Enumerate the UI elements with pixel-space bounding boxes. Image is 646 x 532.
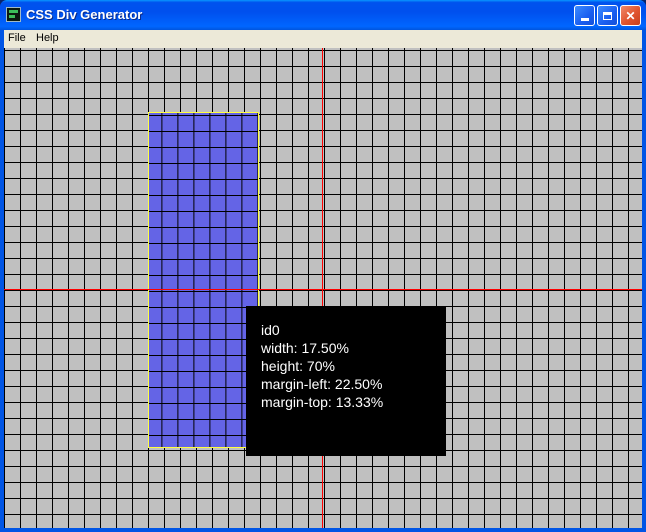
minimize-icon	[580, 18, 589, 21]
menu-bar: File Help	[4, 30, 642, 48]
div-margin-top-label: margin-top: 13.33%	[261, 394, 384, 410]
window-bottom-border	[0, 528, 646, 532]
maximize-icon	[603, 11, 612, 20]
app-icon[interactable]	[6, 7, 21, 22]
app-window: CSS Div Generator ✕ File Help id0 width:…	[0, 0, 646, 532]
div-width-label: width: 17.50%	[261, 340, 349, 356]
title-bar[interactable]: CSS Div Generator ✕	[0, 0, 646, 30]
div-height-label: height: 70%	[261, 358, 335, 374]
minimize-button[interactable]	[574, 5, 595, 26]
close-icon: ✕	[625, 8, 636, 23]
maximize-button[interactable]	[597, 5, 618, 26]
crosshair-horizontal	[4, 289, 642, 290]
div-margin-left-label: margin-left: 22.50%	[261, 376, 383, 392]
div-info-tooltip: id0 width: 17.50% height: 70% margin-lef…	[246, 306, 446, 456]
menu-file[interactable]: File	[8, 32, 26, 44]
selected-div-box[interactable]	[147, 112, 260, 448]
crosshair-vertical	[322, 48, 323, 528]
div-id-label: id0	[261, 322, 280, 338]
grid-canvas[interactable]: id0 width: 17.50% height: 70% margin-lef…	[4, 48, 642, 528]
close-button[interactable]: ✕	[620, 5, 641, 26]
menu-help[interactable]: Help	[36, 32, 59, 44]
window-title: CSS Div Generator	[26, 7, 143, 22]
